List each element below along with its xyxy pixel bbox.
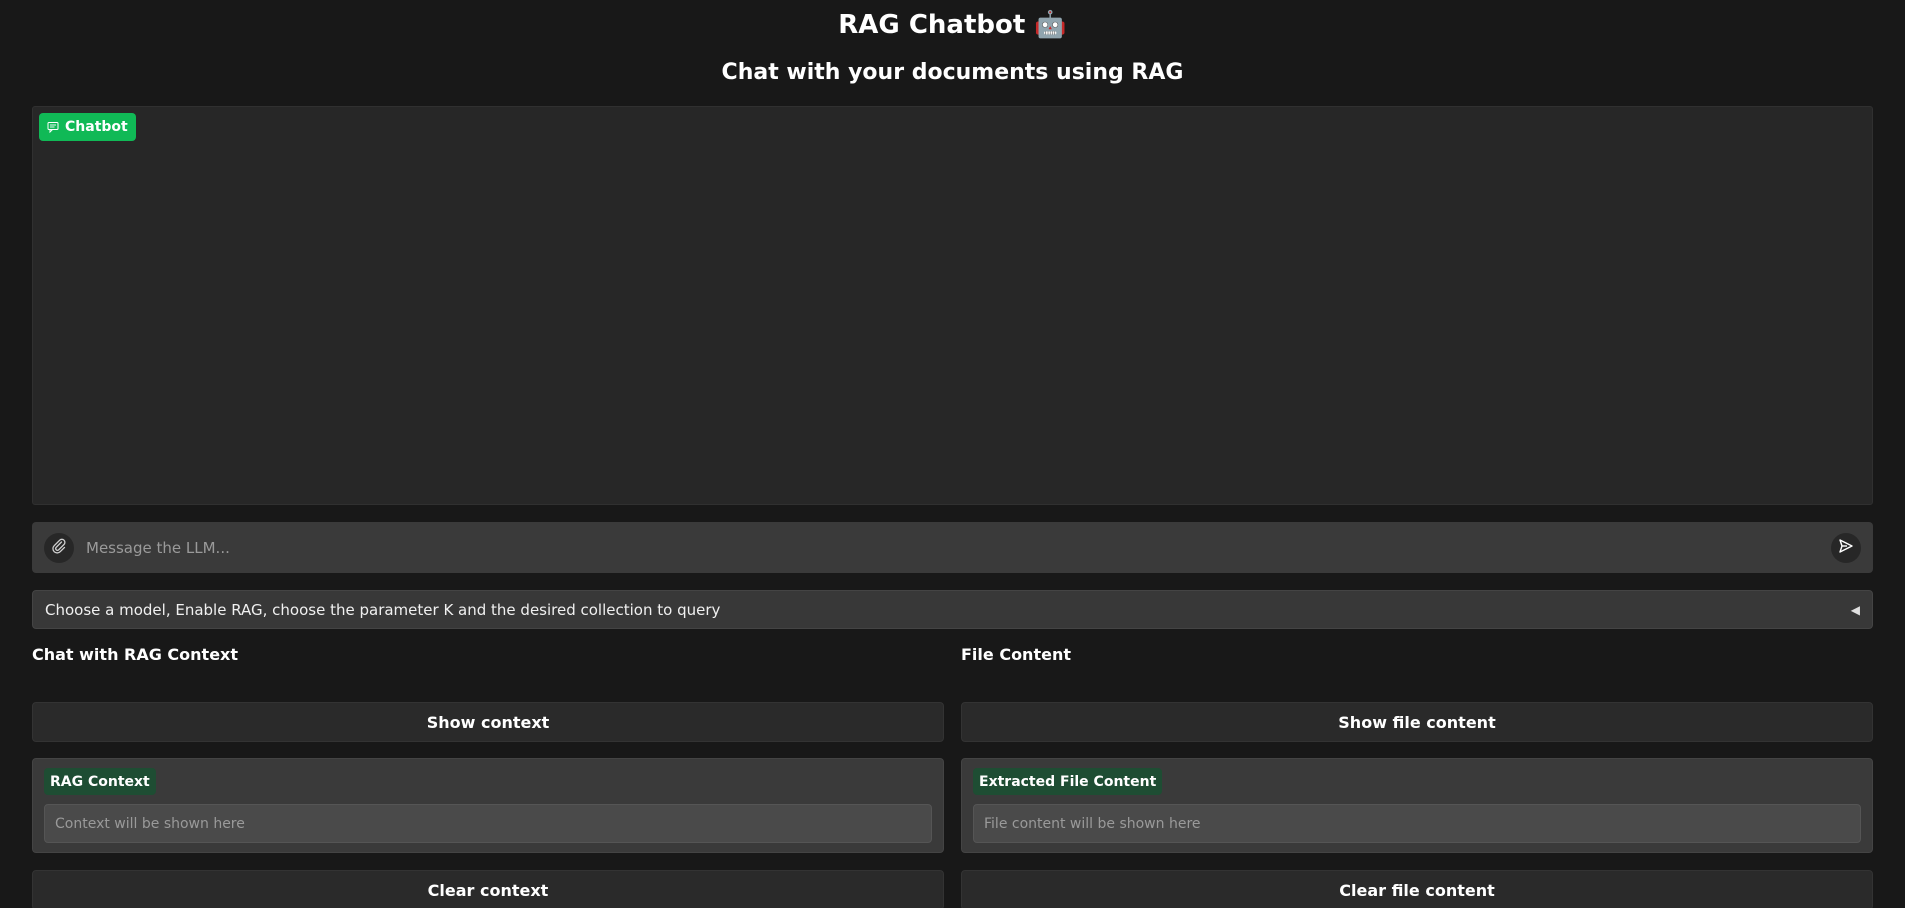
rag-section-title: Chat with RAG Context bbox=[32, 645, 239, 664]
file-content-column: File Content Show file content Extracted… bbox=[961, 645, 1873, 908]
rag-context-panel: RAG Context bbox=[32, 758, 944, 853]
file-content-label: Extracted File Content bbox=[973, 768, 1163, 795]
file-section-title: File Content bbox=[961, 645, 1071, 664]
message-composer bbox=[32, 522, 1873, 573]
send-icon bbox=[1838, 538, 1854, 558]
file-content-panel: Extracted File Content bbox=[961, 758, 1873, 853]
chatbot-badge: Chatbot bbox=[39, 113, 136, 141]
chatbot-badge-label: Chatbot bbox=[65, 119, 128, 135]
chat-bubble-icon bbox=[47, 121, 59, 133]
attach-button[interactable] bbox=[44, 532, 74, 563]
rag-context-column: Chat with RAG Context Show context RAG C… bbox=[32, 645, 944, 908]
settings-accordion-label: Choose a model, Enable RAG, choose the p… bbox=[45, 600, 721, 619]
paperclip-icon bbox=[51, 538, 67, 558]
page-subtitle: Chat with your documents using RAG bbox=[721, 60, 1184, 85]
page-title: RAG Chatbot 🤖 bbox=[838, 10, 1067, 40]
chatbot-window[interactable]: Chatbot bbox=[32, 106, 1873, 505]
rag-context-field[interactable] bbox=[44, 804, 932, 843]
settings-accordion[interactable]: Choose a model, Enable RAG, choose the p… bbox=[32, 590, 1873, 629]
collapse-arrow-icon: ◀ bbox=[1850, 602, 1860, 617]
show-file-content-button[interactable]: Show file content bbox=[961, 702, 1873, 742]
app-root: RAG Chatbot 🤖 Chat with your documents u… bbox=[0, 0, 1905, 908]
send-button[interactable] bbox=[1831, 532, 1861, 563]
clear-context-button[interactable]: Clear context bbox=[32, 870, 944, 908]
clear-file-content-button[interactable]: Clear file content bbox=[961, 870, 1873, 908]
rag-context-label: RAG Context bbox=[44, 768, 156, 795]
show-context-button[interactable]: Show context bbox=[32, 702, 944, 742]
message-input[interactable] bbox=[84, 537, 1821, 558]
file-content-field[interactable] bbox=[973, 804, 1861, 843]
